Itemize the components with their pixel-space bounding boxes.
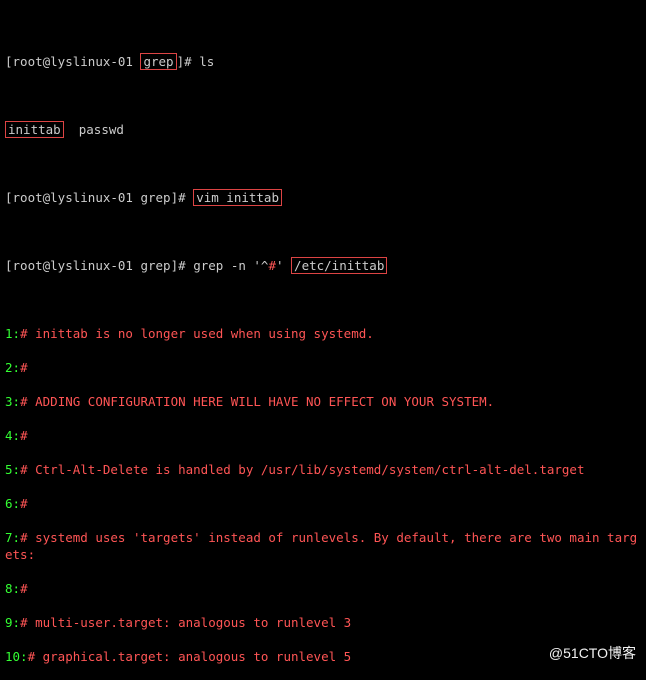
ls-file: passwd [79,122,124,137]
lineno: 3: [5,394,20,409]
command-ls: ls [199,54,214,69]
lineno: 10: [5,649,28,664]
prompt: [root@lyslinux-01 grep]# [5,54,192,69]
lineno: 2: [5,360,20,375]
output-line: # inittab is no longer used when using s… [20,326,374,341]
command-grep-etc: grep -n '^#' /etc/inittab [193,258,387,273]
output-line: # [20,360,28,375]
prompt: [root@lyslinux-01 grep]# [5,190,186,205]
output-line: # graphical.target: analogous to runleve… [28,649,352,664]
highlight-box-path: /etc/inittab [291,257,387,274]
lineno: 8: [5,581,20,596]
lineno: 6: [5,496,20,511]
output-line: # Ctrl-Alt-Delete is handled by /usr/lib… [20,462,584,477]
output-line: # [20,581,28,596]
lineno: 5: [5,462,20,477]
lineno: 4: [5,428,20,443]
output-line: # ADDING CONFIGURATION HERE WILL HAVE NO… [20,394,494,409]
lineno: 9: [5,615,20,630]
lineno: 1: [5,326,20,341]
output-line: # multi-user.target: analogous to runlev… [20,615,351,630]
highlight-box-cmd: vim inittab [193,189,282,206]
output-line: # [20,496,28,511]
highlight-box-file: inittab [5,121,64,138]
lineno: 7: [5,530,20,545]
highlight-box-cwd: grep [140,53,176,70]
output-line: # systemd uses 'targets' instead of runl… [5,530,637,562]
prompt: [root@lyslinux-01 grep]# [5,258,186,273]
output-line: # [20,428,28,443]
terminal-output[interactable]: [root@lyslinux-01 grep]# ls inittab pass… [0,0,646,680]
